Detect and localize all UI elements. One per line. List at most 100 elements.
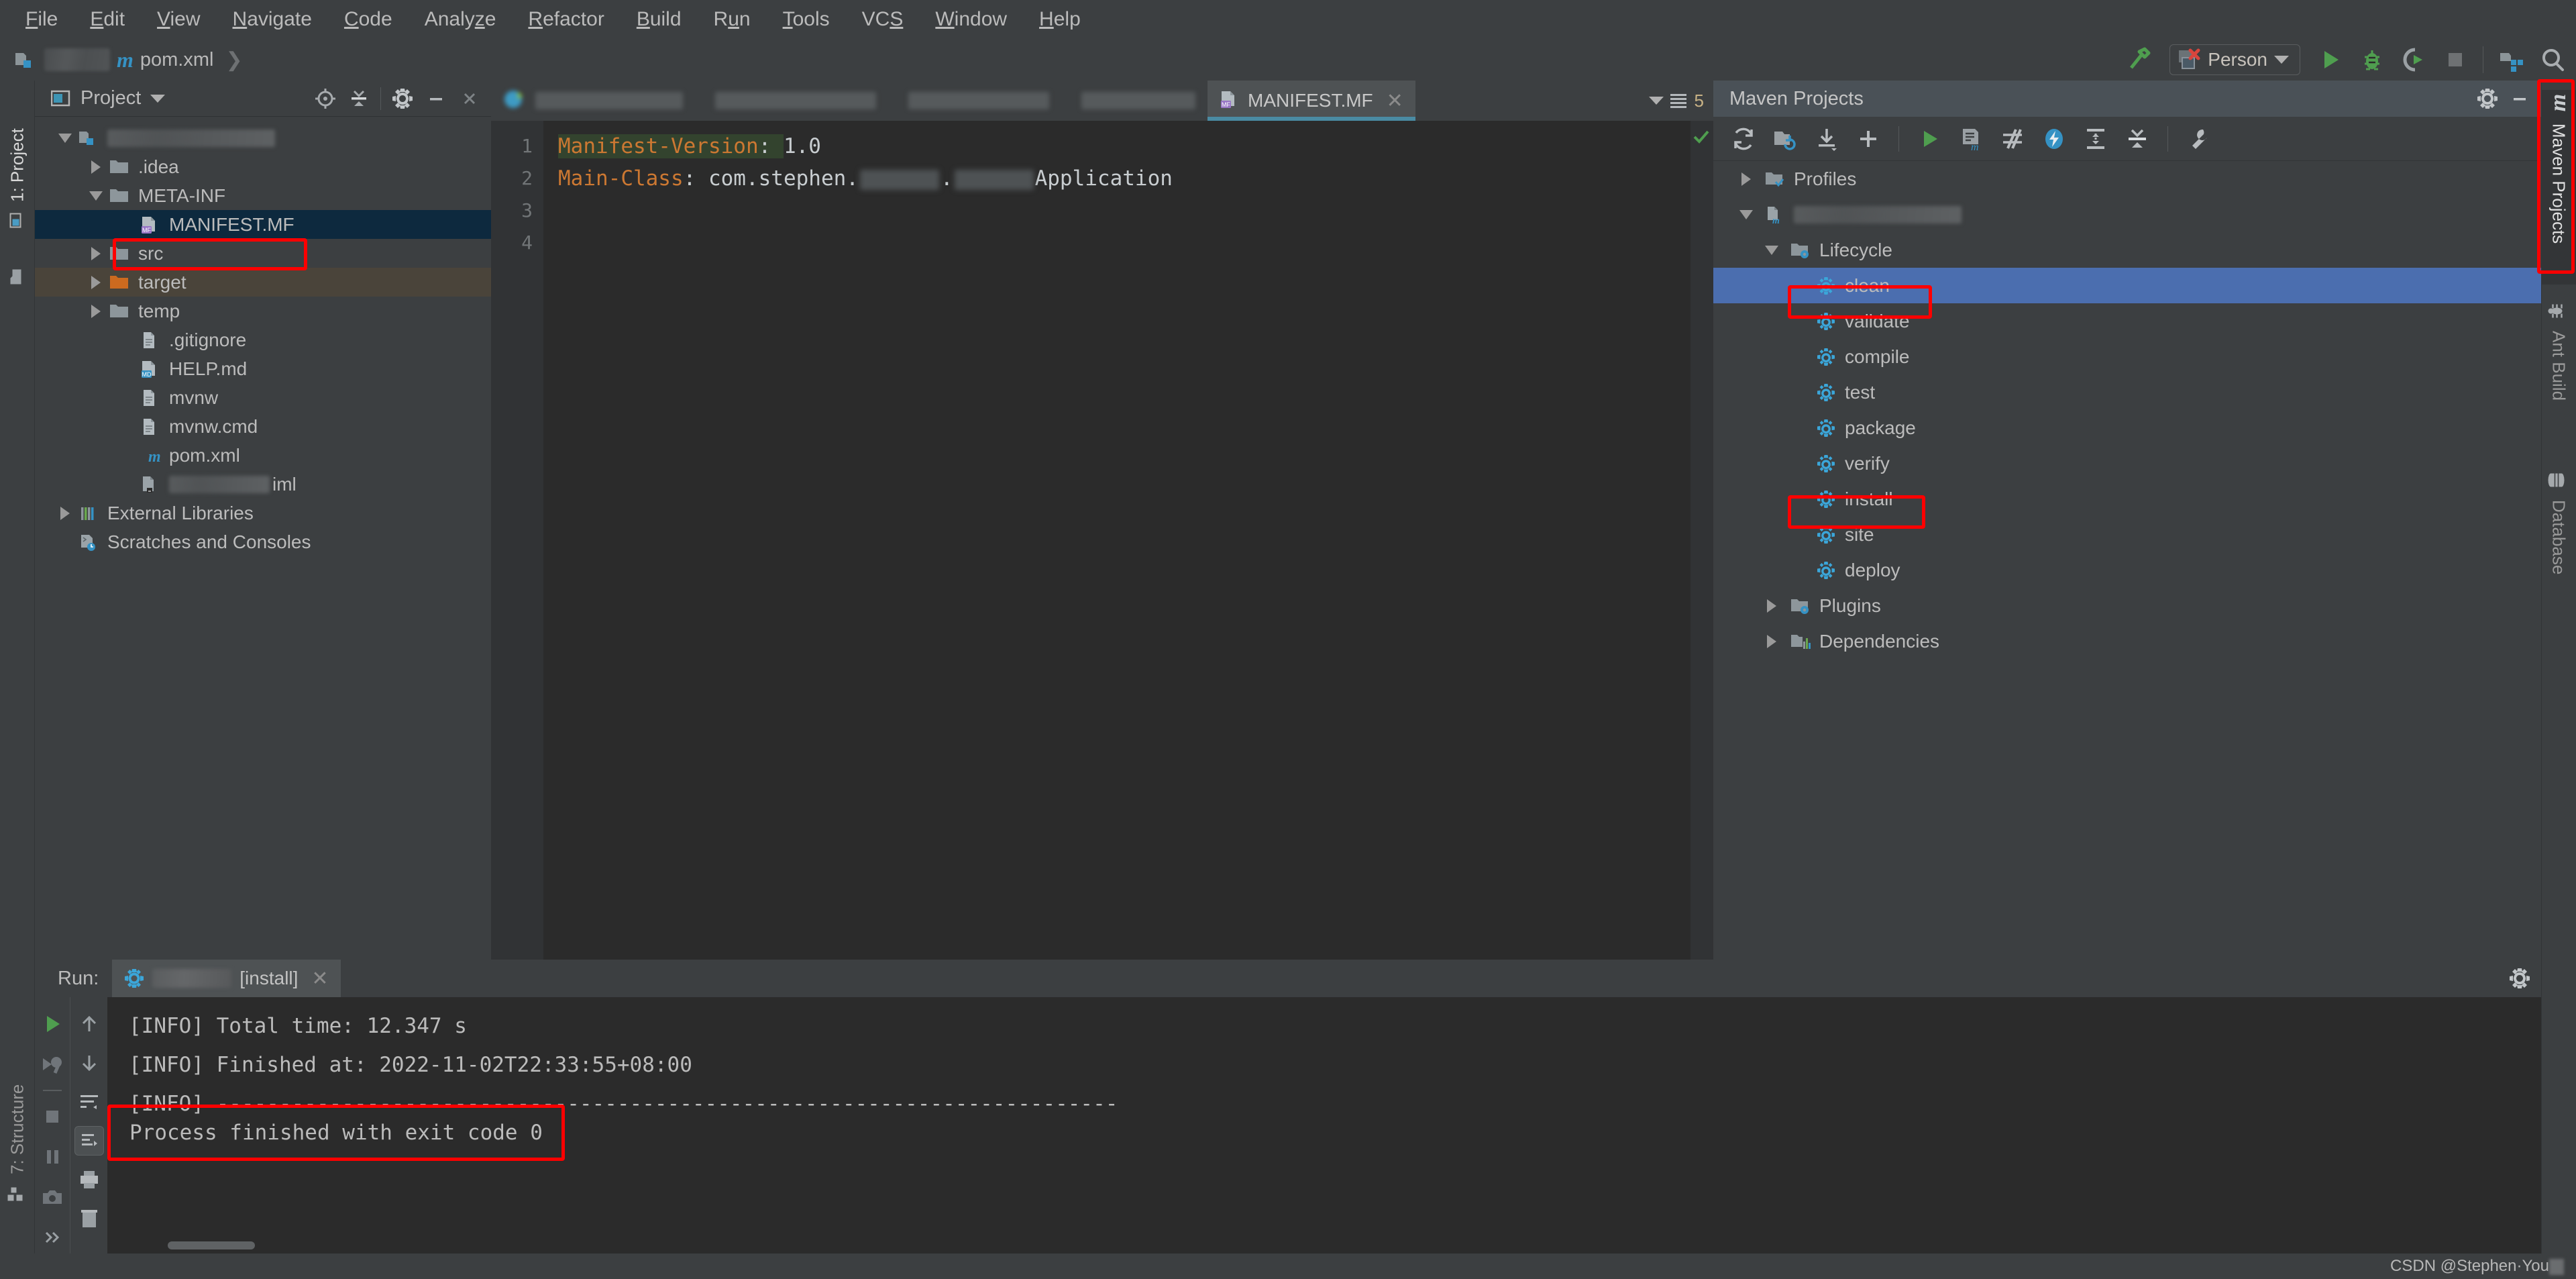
build-hammer-icon[interactable] [2118,41,2160,79]
collapse-all-icon[interactable] [2118,119,2157,158]
tree-row-lifecycle[interactable]: Lifecycle [1713,232,2541,268]
gear-icon[interactable] [2504,962,2536,994]
close-icon[interactable] [453,83,486,115]
chevron-right-icon[interactable] [86,246,106,260]
minimize-icon[interactable] [2504,83,2536,115]
tree-row-test[interactable]: test [1713,374,2541,410]
locate-icon[interactable] [309,83,341,115]
menu-item-refactor[interactable]: Refactor [512,0,620,39]
tree-row-plugins[interactable]: Plugins [1713,588,2541,623]
tree-row-package[interactable]: package [1713,410,2541,446]
scroll-to-end-icon[interactable] [74,1126,104,1156]
menu-item-build[interactable]: Build [621,0,698,39]
inspection-ok-icon[interactable] [1692,127,1711,150]
editor-tab-redacted-3[interactable] [888,81,1061,121]
pause-icon[interactable] [38,1142,67,1172]
sidebar-item-folder[interactable] [0,247,35,287]
tree-row-dependencies[interactable]: Dependencies [1713,623,2541,659]
tree-row-verify[interactable]: verify [1713,446,2541,481]
tab-list-icon[interactable] [1669,92,1689,109]
tree-row-site[interactable]: site [1713,517,2541,552]
expand-more-icon[interactable] [38,1223,67,1252]
tree-row-temp[interactable]: temp [35,297,491,325]
chevron-right-icon[interactable] [1756,634,1787,648]
add-maven-project-icon[interactable] [1849,119,1888,158]
tree-row-clean[interactable]: clean [1713,268,2541,303]
gear-icon[interactable] [2471,83,2504,115]
run-icon[interactable] [2310,41,2351,79]
collapse-all-icon[interactable] [343,83,375,115]
chevron-down-icon[interactable] [86,191,106,201]
tree-row-pom-xml[interactable]: m pom.xml [35,441,491,470]
chevron-down-icon[interactable] [1731,209,1762,219]
tree-row-src[interactable]: src [35,239,491,268]
code-content[interactable]: Manifest-Version: 1.0 Main-Class: com.st… [543,121,1713,960]
chevron-right-icon[interactable] [86,275,106,289]
close-icon[interactable]: ✕ [311,967,328,990]
editor-tab-redacted-1[interactable] [491,81,695,121]
chevron-down-icon[interactable] [1648,97,1664,105]
chevron-down-icon[interactable] [55,133,75,143]
menu-item-view[interactable]: View [141,0,216,39]
run-with-coverage-icon[interactable] [2393,41,2434,79]
sidebar-item-project[interactable]: 1: Project [0,90,35,231]
menu-item-analyze[interactable]: Analyze [409,0,513,39]
stop-icon[interactable] [38,1102,67,1131]
maven-settings-icon[interactable] [2179,119,2218,158]
tree-row-validate[interactable]: validate [1713,303,2541,339]
stop-icon[interactable] [2434,41,2476,79]
error-stripe-gutter[interactable] [1690,121,1713,960]
menu-item-tools[interactable]: Tools [767,0,846,39]
soft-wrap-icon[interactable] [74,1087,104,1117]
sidebar-item-ant-build[interactable]: Ant Build [2541,299,2576,454]
console-horizontal-scrollbar[interactable] [168,1241,255,1249]
tree-row--gitignore[interactable]: .gitignore [35,325,491,354]
tree-row-redacted[interactable] [35,123,491,152]
print-icon[interactable] [74,1165,104,1194]
tree-row-profiles[interactable]: Profiles [1713,161,2541,197]
menu-item-vcs[interactable]: VCS [846,0,920,39]
tree-row-external-libraries[interactable]: External Libraries [35,499,491,527]
editor-tab-redacted-4[interactable] [1061,81,1208,121]
editor-tab-manifest[interactable]: MF MANIFEST.MF ✕ [1208,81,1415,121]
tree-row-scratches-and-consoles[interactable]: Scratches and Consoles [35,527,491,556]
expand-all-icon[interactable] [2076,119,2115,158]
tree-row-mvnw[interactable]: mvnw [35,383,491,412]
chevron-down-icon[interactable] [2274,56,2289,64]
tree-row-redacted[interactable]: m [1713,197,2541,232]
sidebar-item-maven-projects[interactable]: m Maven Projects [2541,90,2576,285]
tree-row-install[interactable]: install [1713,481,2541,517]
menu-item-window[interactable]: Window [919,0,1023,39]
editor-tab-overflow[interactable]: 5 [1640,81,1713,121]
editor-tab-redacted-2[interactable] [695,81,888,121]
reload-all-maven-projects-icon[interactable] [1724,119,1763,158]
chevron-right-icon[interactable] [86,160,106,174]
up-arrow-icon[interactable] [74,1009,104,1039]
close-icon[interactable]: ✕ [1387,89,1403,113]
rerun-icon[interactable] [38,1009,67,1039]
chevron-down-icon[interactable] [150,94,166,103]
toggle-offline-mode-icon[interactable] [2035,119,2074,158]
rerun-failed-icon[interactable] [38,1050,67,1079]
chevron-right-icon[interactable] [86,304,106,318]
sidebar-item-structure[interactable]: 7: Structure [0,1037,35,1205]
tree-row-compile[interactable]: compile [1713,339,2541,374]
chevron-right-icon[interactable] [1756,599,1787,613]
gear-icon[interactable] [386,83,419,115]
menu-item-navigate[interactable]: Navigate [217,0,328,39]
debug-icon[interactable] [2351,41,2393,79]
menu-item-file[interactable]: File [9,0,74,39]
run-maven-build-icon[interactable] [1910,119,1949,158]
down-arrow-icon[interactable] [74,1048,104,1078]
chevron-down-icon[interactable] [1756,245,1787,255]
generate-sources-icon[interactable] [1766,119,1805,158]
tree-row-deploy[interactable]: deploy [1713,552,2541,588]
menu-item-edit[interactable]: Edit [74,0,141,39]
search-everywhere-icon[interactable] [2532,41,2573,79]
menu-item-run[interactable]: Run [698,0,767,39]
tree-row-manifest-mf[interactable]: MF MANIFEST.MF [35,210,491,239]
code-editor[interactable]: 1 2 3 4 Manifest-Version: 1.0 Main-Class: c… [491,121,1713,960]
chevron-right-icon[interactable] [55,506,75,520]
minimize-icon[interactable] [420,83,452,115]
tree-row-target[interactable]: target [35,268,491,297]
